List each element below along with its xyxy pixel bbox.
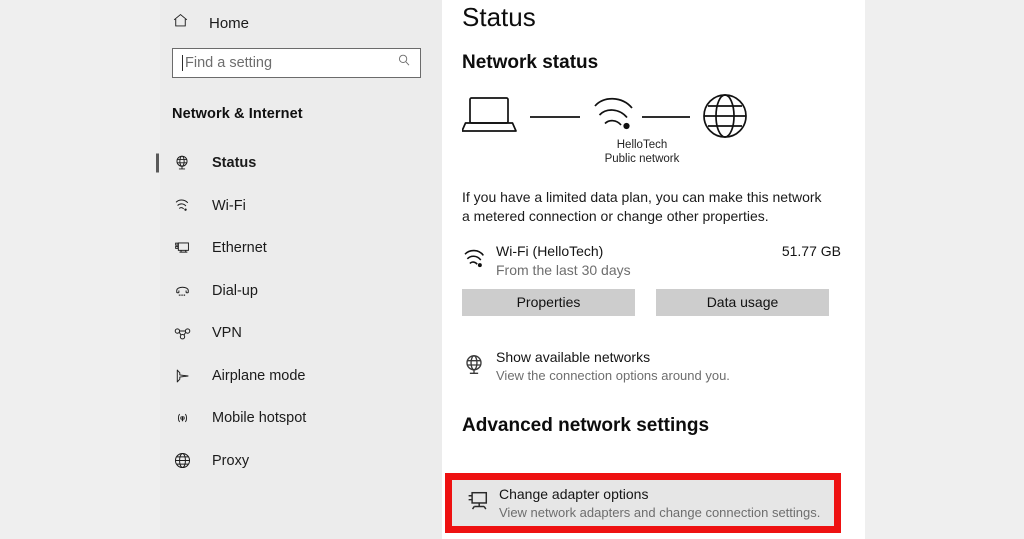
action-button-row: Properties Data usage xyxy=(462,289,841,316)
hotspot-icon xyxy=(172,408,192,428)
wifi-usage-row: Wi-Fi (HelloTech) From the last 30 days … xyxy=(462,242,841,284)
show-networks-title: Show available networks xyxy=(496,349,651,365)
sidebar-nav-list: Status Wi-Fi Ethernet Dial-up VPN Airpla… xyxy=(160,142,442,482)
wifi-icon xyxy=(172,196,192,216)
sidebar-item-dialup[interactable]: Dial-up xyxy=(160,270,442,313)
globe-icon xyxy=(703,94,747,138)
airplane-icon xyxy=(172,366,192,386)
settings-window: Home Find a setting Network & Internet S… xyxy=(0,0,1024,539)
right-background-padding xyxy=(865,0,1024,539)
adapter-options-title: Change adapter options xyxy=(499,485,649,502)
wifi-icon xyxy=(594,97,633,130)
search-container: Find a setting xyxy=(160,40,442,78)
change-adapter-options-link[interactable]: Change adapter options View network adap… xyxy=(452,480,834,526)
sidebar: Home Find a setting Network & Internet S… xyxy=(160,0,442,539)
adapter-options-subtitle: View network adapters and change connect… xyxy=(499,504,821,520)
wifi-usage-name: Wi-Fi (HelloTech) xyxy=(496,243,604,259)
globe-icon xyxy=(172,451,192,471)
sidebar-item-wifi-label: Wi-Fi xyxy=(212,197,246,214)
show-networks-subtitle: View the connection options around you. xyxy=(496,368,730,383)
show-available-networks-link[interactable]: Show available networks View the connect… xyxy=(462,348,841,385)
data-usage-button[interactable]: Data usage xyxy=(656,289,829,316)
sidebar-item-mobile-hotspot-label: Mobile hotspot xyxy=(212,410,307,427)
page-title: Status xyxy=(462,2,536,32)
wifi-usage-text: Wi-Fi (HelloTech) From the last 30 days xyxy=(496,242,782,280)
ethernet-icon xyxy=(172,238,192,258)
text-caret xyxy=(182,55,183,71)
adapter-options-text: Change adapter options View network adap… xyxy=(499,485,820,522)
sidebar-item-home[interactable]: Home xyxy=(160,6,442,40)
search-placeholder: Find a setting xyxy=(185,54,273,71)
sidebar-item-airplane-mode[interactable]: Airplane mode xyxy=(160,355,442,398)
wifi-usage-amount: 51.77 GB xyxy=(781,243,841,259)
network-caption: HelloTech Public network xyxy=(572,138,712,166)
wifi-icon xyxy=(462,242,496,275)
network-name: HelloTech xyxy=(616,139,668,151)
sidebar-item-status-label: Status xyxy=(212,155,257,172)
sidebar-item-airplane-mode-label: Airplane mode xyxy=(212,367,306,384)
sidebar-item-wifi[interactable]: Wi-Fi xyxy=(160,185,442,228)
sidebar-item-home-label: Home xyxy=(209,14,250,32)
home-icon xyxy=(172,12,189,34)
network-type: Public network xyxy=(604,153,680,165)
main-content: Status Network status HelloTech Public n… xyxy=(442,0,865,539)
vpn-icon xyxy=(172,323,192,343)
sidebar-item-proxy[interactable]: Proxy xyxy=(160,440,442,483)
search-input[interactable]: Find a setting xyxy=(172,48,421,78)
left-background-padding xyxy=(0,0,160,539)
sidebar-item-dialup-label: Dial-up xyxy=(212,282,258,299)
monitor-network-icon xyxy=(465,489,499,518)
sidebar-item-proxy-label: Proxy xyxy=(212,452,250,469)
metered-connection-blurb: If you have a limited data plan, you can… xyxy=(462,189,822,224)
sidebar-item-vpn-label: VPN xyxy=(212,325,242,342)
sidebar-item-status[interactable]: Status xyxy=(160,142,442,185)
globe-stand-icon xyxy=(462,348,496,382)
advanced-network-settings-heading: Advanced network settings xyxy=(462,415,710,436)
wifi-usage-period: From the last 30 days xyxy=(496,262,631,278)
sidebar-item-mobile-hotspot[interactable]: Mobile hotspot xyxy=(160,397,442,440)
dialup-phone-icon xyxy=(172,281,192,301)
properties-button[interactable]: Properties xyxy=(462,289,635,316)
network-status-heading: Network status xyxy=(462,52,599,73)
sidebar-item-ethernet-label: Ethernet xyxy=(212,240,267,257)
sidebar-item-vpn[interactable]: VPN xyxy=(160,312,442,355)
show-networks-text: Show available networks View the connect… xyxy=(496,348,730,385)
search-icon[interactable] xyxy=(397,53,412,73)
globe-stand-icon xyxy=(172,153,192,173)
sidebar-item-ethernet[interactable]: Ethernet xyxy=(160,227,442,270)
sidebar-category-title: Network & Internet xyxy=(172,106,303,122)
red-highlight-annotation: Change adapter options View network adap… xyxy=(445,473,841,533)
laptop-icon xyxy=(462,97,517,132)
network-diagram: HelloTech Public network xyxy=(462,90,841,182)
